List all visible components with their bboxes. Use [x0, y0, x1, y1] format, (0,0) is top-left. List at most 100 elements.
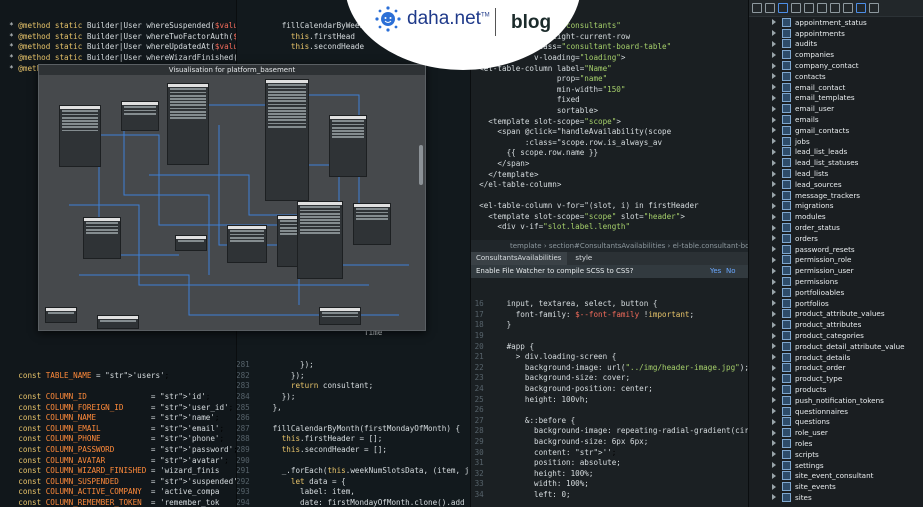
- tab-consultants-availabilities[interactable]: ConsultantsAvailabilities: [470, 252, 568, 265]
- pane-divider[interactable]: [470, 0, 471, 507]
- expand-arrow-icon[interactable]: [772, 300, 776, 307]
- expand-arrow-icon[interactable]: [772, 483, 776, 490]
- er-entity[interactable]: [59, 105, 101, 167]
- er-entity[interactable]: [329, 115, 367, 177]
- expand-arrow-icon[interactable]: [772, 170, 776, 177]
- expand-arrow-icon[interactable]: [772, 202, 776, 209]
- er-diagram-canvas[interactable]: [39, 75, 425, 330]
- tree-item-appointments[interactable]: appointments: [748, 28, 923, 39]
- er-entity[interactable]: [167, 83, 209, 165]
- scss-editor-pane[interactable]: 16 input, textarea, select, button { 17 …: [470, 278, 748, 507]
- er-entity[interactable]: [97, 315, 139, 329]
- sync-icon[interactable]: [778, 3, 788, 13]
- tree-item-permission-role[interactable]: permission_role: [748, 255, 923, 266]
- tree-item-lead-lists[interactable]: lead_lists: [748, 168, 923, 179]
- expand-arrow-icon[interactable]: [772, 235, 776, 242]
- tree-item-product-attribute-values[interactable]: product_attribute_values: [748, 309, 923, 320]
- pane-divider[interactable]: [748, 0, 749, 507]
- expand-arrow-icon[interactable]: [772, 321, 776, 328]
- tree-item-companies[interactable]: companies: [748, 49, 923, 60]
- expand-arrow-icon[interactable]: [772, 429, 776, 436]
- stop-icon[interactable]: [804, 3, 814, 13]
- expand-arrow-icon[interactable]: [772, 94, 776, 101]
- er-entity[interactable]: [227, 225, 267, 263]
- tree-item-product-categories[interactable]: product_categories: [748, 330, 923, 341]
- tree-item-company-contact[interactable]: company_contact: [748, 60, 923, 71]
- expand-arrow-icon[interactable]: [772, 213, 776, 220]
- tree-item-product-order[interactable]: product_order: [748, 363, 923, 374]
- tree-item-email-user[interactable]: email_user: [748, 103, 923, 114]
- tree-item-settings[interactable]: settings: [748, 460, 923, 471]
- expand-arrow-icon[interactable]: [772, 224, 776, 231]
- tree-item-gmail-contacts[interactable]: gmail_contacts: [748, 125, 923, 136]
- er-entity[interactable]: [297, 201, 343, 279]
- expand-arrow-icon[interactable]: [772, 181, 776, 188]
- tree-item-migrations[interactable]: migrations: [748, 201, 923, 212]
- expand-arrow-icon[interactable]: [772, 267, 776, 274]
- expand-arrow-icon[interactable]: [772, 364, 776, 371]
- tree-item-product-details[interactable]: product_details: [748, 352, 923, 363]
- tree-item-email-templates[interactable]: email_templates: [748, 93, 923, 104]
- expand-arrow-icon[interactable]: [772, 148, 776, 155]
- expand-arrow-icon[interactable]: [772, 246, 776, 253]
- tree-item-email-contact[interactable]: email_contact: [748, 82, 923, 93]
- tree-item-permission-user[interactable]: permission_user: [748, 265, 923, 276]
- edit-icon[interactable]: [830, 3, 840, 13]
- diagram-icon[interactable]: [856, 3, 866, 13]
- expand-arrow-icon[interactable]: [772, 440, 776, 447]
- expand-arrow-icon[interactable]: [772, 105, 776, 112]
- visualisation-scrollbar[interactable]: [419, 145, 423, 185]
- tree-item-product-type[interactable]: product_type: [748, 373, 923, 384]
- table-icon[interactable]: [817, 3, 827, 13]
- tree-item-product-detail-attribute-value[interactable]: product_detail_attribute_value: [748, 341, 923, 352]
- tree-item-contacts[interactable]: contacts: [748, 71, 923, 82]
- tree-item-password-resets[interactable]: password_resets: [748, 244, 923, 255]
- expand-arrow-icon[interactable]: [772, 62, 776, 69]
- copy-icon[interactable]: [765, 3, 775, 13]
- expand-arrow-icon[interactable]: [772, 19, 776, 26]
- tree-item-site-events[interactable]: site_events: [748, 481, 923, 492]
- expand-arrow-icon[interactable]: [772, 40, 776, 47]
- tree-item-lead-list-leads[interactable]: lead_list_leads: [748, 147, 923, 158]
- er-entity[interactable]: [353, 203, 391, 245]
- expand-arrow-icon[interactable]: [772, 386, 776, 393]
- tree-item-scripts[interactable]: scripts: [748, 449, 923, 460]
- tree-item-message-trackers[interactable]: message_trackers: [748, 190, 923, 201]
- tree-item-product-attributes[interactable]: product_attributes: [748, 319, 923, 330]
- er-entity[interactable]: [319, 307, 361, 325]
- file-watcher-yes-link[interactable]: Yes: [710, 265, 721, 278]
- tree-item-role-user[interactable]: role_user: [748, 427, 923, 438]
- tree-item-portfolioables[interactable]: portfolioables: [748, 287, 923, 298]
- tree-item-jobs[interactable]: jobs: [748, 136, 923, 147]
- er-entity[interactable]: [175, 235, 207, 251]
- visualisation-window[interactable]: Visualisation for platform_basement: [38, 64, 426, 331]
- er-entity[interactable]: [45, 307, 77, 323]
- tree-item-audits[interactable]: audits: [748, 39, 923, 50]
- tree-item-appointment-status[interactable]: appointment_status: [748, 17, 923, 28]
- expand-arrow-icon[interactable]: [772, 127, 776, 134]
- expand-arrow-icon[interactable]: [772, 451, 776, 458]
- tree-item-portfolios[interactable]: portfolios: [748, 298, 923, 309]
- console-icon[interactable]: [843, 3, 853, 13]
- tree-item-modules[interactable]: modules: [748, 211, 923, 222]
- file-watcher-no-link[interactable]: No: [726, 265, 736, 278]
- expand-arrow-icon[interactable]: [772, 343, 776, 350]
- er-entity[interactable]: [121, 101, 159, 131]
- expand-arrow-icon[interactable]: [772, 408, 776, 415]
- tree-item-lead-sources[interactable]: lead_sources: [748, 179, 923, 190]
- tree-item-order-status[interactable]: order_status: [748, 222, 923, 233]
- expand-arrow-icon[interactable]: [772, 256, 776, 263]
- expand-arrow-icon[interactable]: [772, 462, 776, 469]
- expand-arrow-icon[interactable]: [772, 30, 776, 37]
- tree-item-questions[interactable]: questions: [748, 416, 923, 427]
- expand-arrow-icon[interactable]: [772, 332, 776, 339]
- expand-arrow-icon[interactable]: [772, 289, 776, 296]
- tree-item-lead-list-statuses[interactable]: lead_list_statuses: [748, 157, 923, 168]
- expand-arrow-icon[interactable]: [772, 51, 776, 58]
- er-entity[interactable]: [83, 217, 121, 259]
- tree-item-products[interactable]: products: [748, 384, 923, 395]
- refresh-icon[interactable]: [752, 3, 762, 13]
- tree-item-permissions[interactable]: permissions: [748, 276, 923, 287]
- filter-icon[interactable]: [791, 3, 801, 13]
- expand-arrow-icon[interactable]: [772, 278, 776, 285]
